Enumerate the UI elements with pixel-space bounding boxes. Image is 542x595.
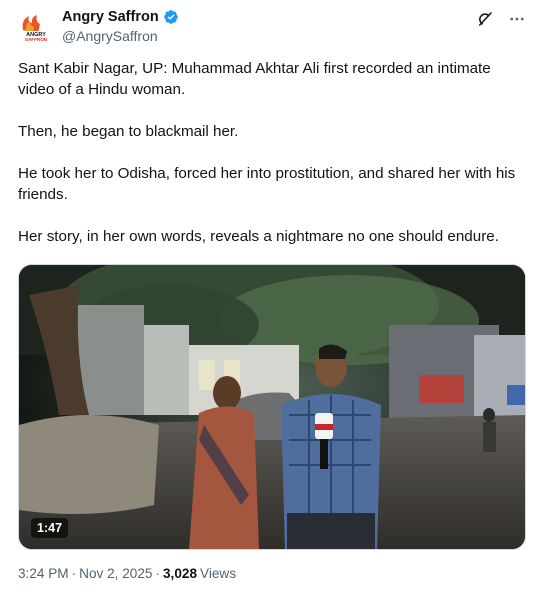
post-time[interactable]: 3:24 PM <box>18 566 69 581</box>
angry-saffron-logo-icon: ANGRY SAFFRON <box>18 10 54 46</box>
author-handle[interactable]: @AngrySaffron <box>62 28 158 44</box>
tweet-text: Sant Kabir Nagar, UP: Muhammad Akhtar Al… <box>18 58 523 247</box>
video-duration: 1:47 <box>31 518 69 538</box>
meta-separator: · <box>71 566 77 581</box>
grok-icon[interactable] <box>474 8 496 30</box>
more-options-icon[interactable] <box>506 8 528 30</box>
video-thumbnail <box>19 265 525 549</box>
tweet-paragraph: Then, he began to blackmail her. <box>18 123 239 140</box>
tweet: ANGRY SAFFRON Angry Saffron @AngrySaffro… <box>0 0 542 595</box>
tweet-paragraph: Her story, in her own words, reveals a n… <box>18 228 499 245</box>
tweet-top-actions <box>474 8 528 30</box>
author-avatar[interactable]: ANGRY SAFFRON <box>18 10 54 46</box>
views-count: 3,028 <box>163 566 198 581</box>
verified-badge-icon[interactable] <box>163 9 179 25</box>
author-name-row: Angry Saffron <box>62 9 179 25</box>
meta-separator: · <box>155 566 160 581</box>
video-player[interactable]: 1:47 <box>18 264 526 550</box>
author-display-name[interactable]: Angry Saffron <box>62 9 159 25</box>
svg-text:SAFFRON: SAFFRON <box>25 37 48 42</box>
views-label: Views <box>200 566 237 581</box>
tweet-meta: 3:24 PM · Nov 2, 2025 · 3,028 Views <box>18 566 236 581</box>
tweet-paragraph: He took her to Odisha, forced her into p… <box>18 165 516 203</box>
post-date[interactable]: Nov 2, 2025 <box>79 566 152 581</box>
tweet-paragraph: Sant Kabir Nagar, UP: Muhammad Akhtar Al… <box>18 60 491 98</box>
